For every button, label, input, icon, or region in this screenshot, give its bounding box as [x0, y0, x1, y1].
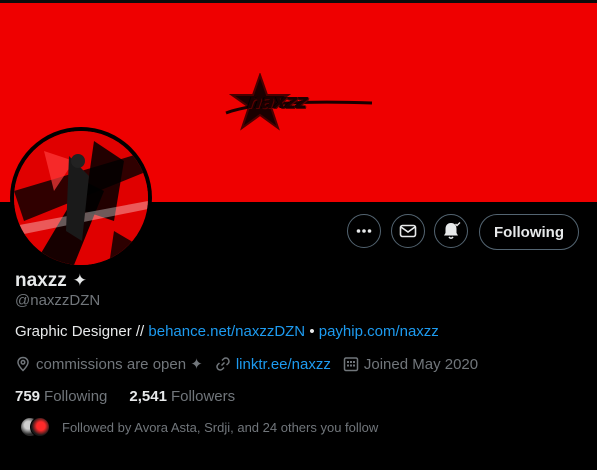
- join-date-text: Joined May 2020: [363, 355, 479, 373]
- followed-by[interactable]: Followed by Avora Asta, Srdji, and 24 ot…: [20, 416, 378, 438]
- more-button[interactable]: [347, 214, 381, 248]
- sparkle-icon: ✦: [72, 271, 87, 290]
- following-label: Following: [44, 388, 108, 405]
- follow-stats: 759 Following 2,541 Followers: [15, 388, 257, 405]
- following-count: 759: [15, 388, 41, 405]
- followers-stat[interactable]: 2,541 Followers: [129, 388, 235, 405]
- bio-separator: •: [305, 323, 319, 340]
- followed-by-text: Followed by Avora Asta, Srdji, and 24 ot…: [62, 419, 379, 435]
- avatar-image: [14, 131, 148, 265]
- banner-logo-text: naxzz: [246, 89, 309, 113]
- mail-icon: [399, 224, 417, 238]
- mutual-avatars: [20, 416, 52, 438]
- followers-label: Followers: [170, 388, 236, 405]
- bell-icon: [444, 222, 461, 240]
- user-handle: @naxzzDZN: [15, 292, 101, 309]
- bio: Graphic Designer // behance.net/naxzzDZN…: [15, 323, 439, 340]
- mutual-avatar: [30, 417, 50, 437]
- display-name-text: naxzz: [15, 270, 67, 291]
- location-pin-icon: [17, 356, 29, 372]
- message-button[interactable]: [391, 214, 425, 248]
- avatar[interactable]: [10, 127, 152, 269]
- profile-meta: commissions are open ✦ linktr.ee/naxzz J…: [15, 355, 490, 373]
- more-icon: [356, 229, 372, 233]
- join-date: Joined May 2020: [343, 356, 478, 373]
- website[interactable]: linktr.ee/naxzz: [215, 356, 331, 373]
- following-button[interactable]: Following: [479, 214, 579, 250]
- bio-link-behance[interactable]: behance.net/naxzzDZN: [148, 323, 305, 340]
- display-name: naxzz ✦: [15, 270, 87, 292]
- calendar-icon: [343, 357, 359, 372]
- profile-page: naxzz Following naxzz ✦ @naxzzDZN Graphi…: [0, 0, 597, 470]
- bio-link-payhip[interactable]: payhip.com/naxzz: [319, 323, 439, 340]
- link-icon: [216, 357, 230, 371]
- bio-prefix: Graphic Designer //: [15, 323, 149, 340]
- location: commissions are open ✦: [15, 355, 203, 373]
- followers-count: 2,541: [129, 388, 167, 405]
- website-link[interactable]: linktr.ee/naxzz: [236, 356, 331, 373]
- following-stat[interactable]: 759 Following: [15, 388, 107, 405]
- notifications-button[interactable]: [434, 214, 468, 248]
- location-text: commissions are open ✦: [36, 356, 203, 373]
